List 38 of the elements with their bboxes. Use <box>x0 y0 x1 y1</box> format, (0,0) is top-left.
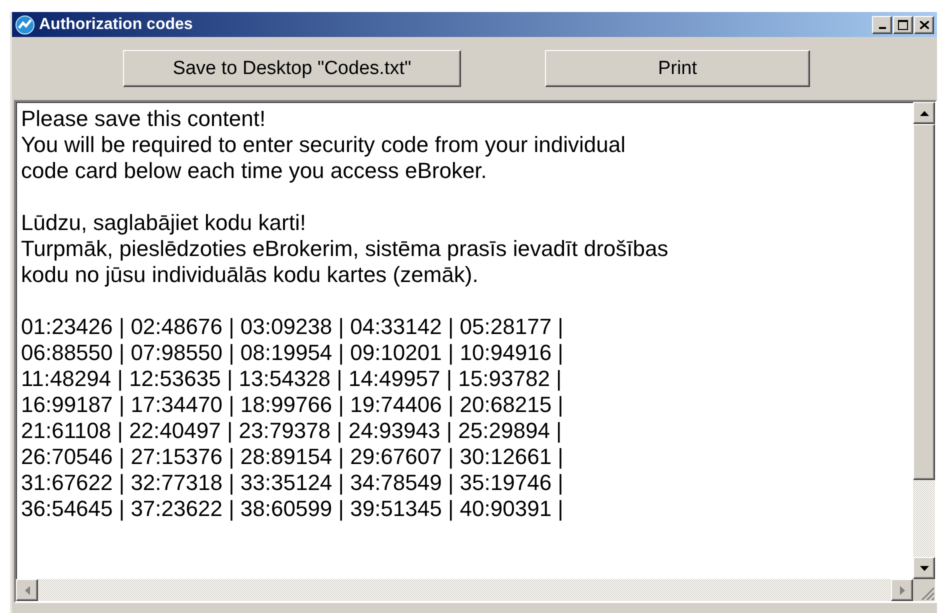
text-line: Turpmāk, pieslēdzoties eBrokerim, sistēma prasīs ievadīt drošības <box>21 236 670 262</box>
up-arrow-icon <box>920 110 928 116</box>
text-line: You will be required to enter security code from your individual <box>21 132 627 158</box>
print-button[interactable]: Print <box>545 50 810 87</box>
scroll-thumb[interactable] <box>913 124 935 480</box>
text-line: 11:48294 | 12:53635 | 13:54328 | 14:49957 | 15:93782 | <box>21 366 563 392</box>
down-arrow-icon <box>920 566 928 570</box>
minimize-icon <box>878 26 886 28</box>
scroll-up-button[interactable] <box>913 102 935 124</box>
text-line: 06:88550 | 07:98550 | 08:19954 | 09:10201 | 10:94916 | <box>21 340 564 366</box>
vertical-scrollbar[interactable] <box>913 102 935 579</box>
maximize-button[interactable] <box>893 16 913 34</box>
scroll-right-button[interactable] <box>891 579 913 601</box>
size-grip-icon <box>921 587 934 600</box>
scroll-down-button[interactable] <box>913 557 935 579</box>
text-line: Lūdzu, saglabājiet kodu karti! <box>21 210 307 236</box>
text-line: 31:67622 | 32:77318 | 33:35124 | 34:78549 | 35:19746 | <box>21 470 564 496</box>
right-arrow-icon <box>900 586 904 594</box>
window-title: Authorization codes <box>39 16 194 34</box>
text-line: kodu no jūsu individuālās kodu kartes (zemāk). <box>21 262 480 288</box>
text-line: 26:70546 | 27:15376 | 28:89154 | 29:67607 | 30:12661 | <box>21 444 564 470</box>
save-button[interactable]: Save to Desktop "Codes.txt" <box>123 50 461 87</box>
left-arrow-icon <box>24 586 30 594</box>
close-icon <box>920 20 928 28</box>
scroll-left-button[interactable] <box>16 579 38 601</box>
text-line: code card below each time you access eBroker. <box>21 158 488 184</box>
text-area[interactable] <box>14 100 937 603</box>
close-button[interactable] <box>914 16 934 34</box>
text-line: 16:99187 | 17:34470 | 18:99766 | 19:74406 | 20:68215 | <box>21 392 564 418</box>
text-line: Please save this content! <box>21 106 267 132</box>
text-line: 36:54645 | 37:23622 | 38:60599 | 39:51345 | 40:90391 | <box>21 496 564 522</box>
minimize-button[interactable] <box>872 16 892 34</box>
horizontal-scrollbar[interactable] <box>16 579 935 601</box>
size-grip[interactable] <box>913 579 935 601</box>
maximize-icon <box>898 20 908 30</box>
text-line: 21:61108 | 22:40497 | 23:79378 | 24:93943 | 25:29894 | <box>21 418 563 444</box>
text-line: 01:23426 | 02:48676 | 03:09238 | 04:33142 | 05:28177 | <box>21 314 564 340</box>
app-icon <box>15 14 35 34</box>
